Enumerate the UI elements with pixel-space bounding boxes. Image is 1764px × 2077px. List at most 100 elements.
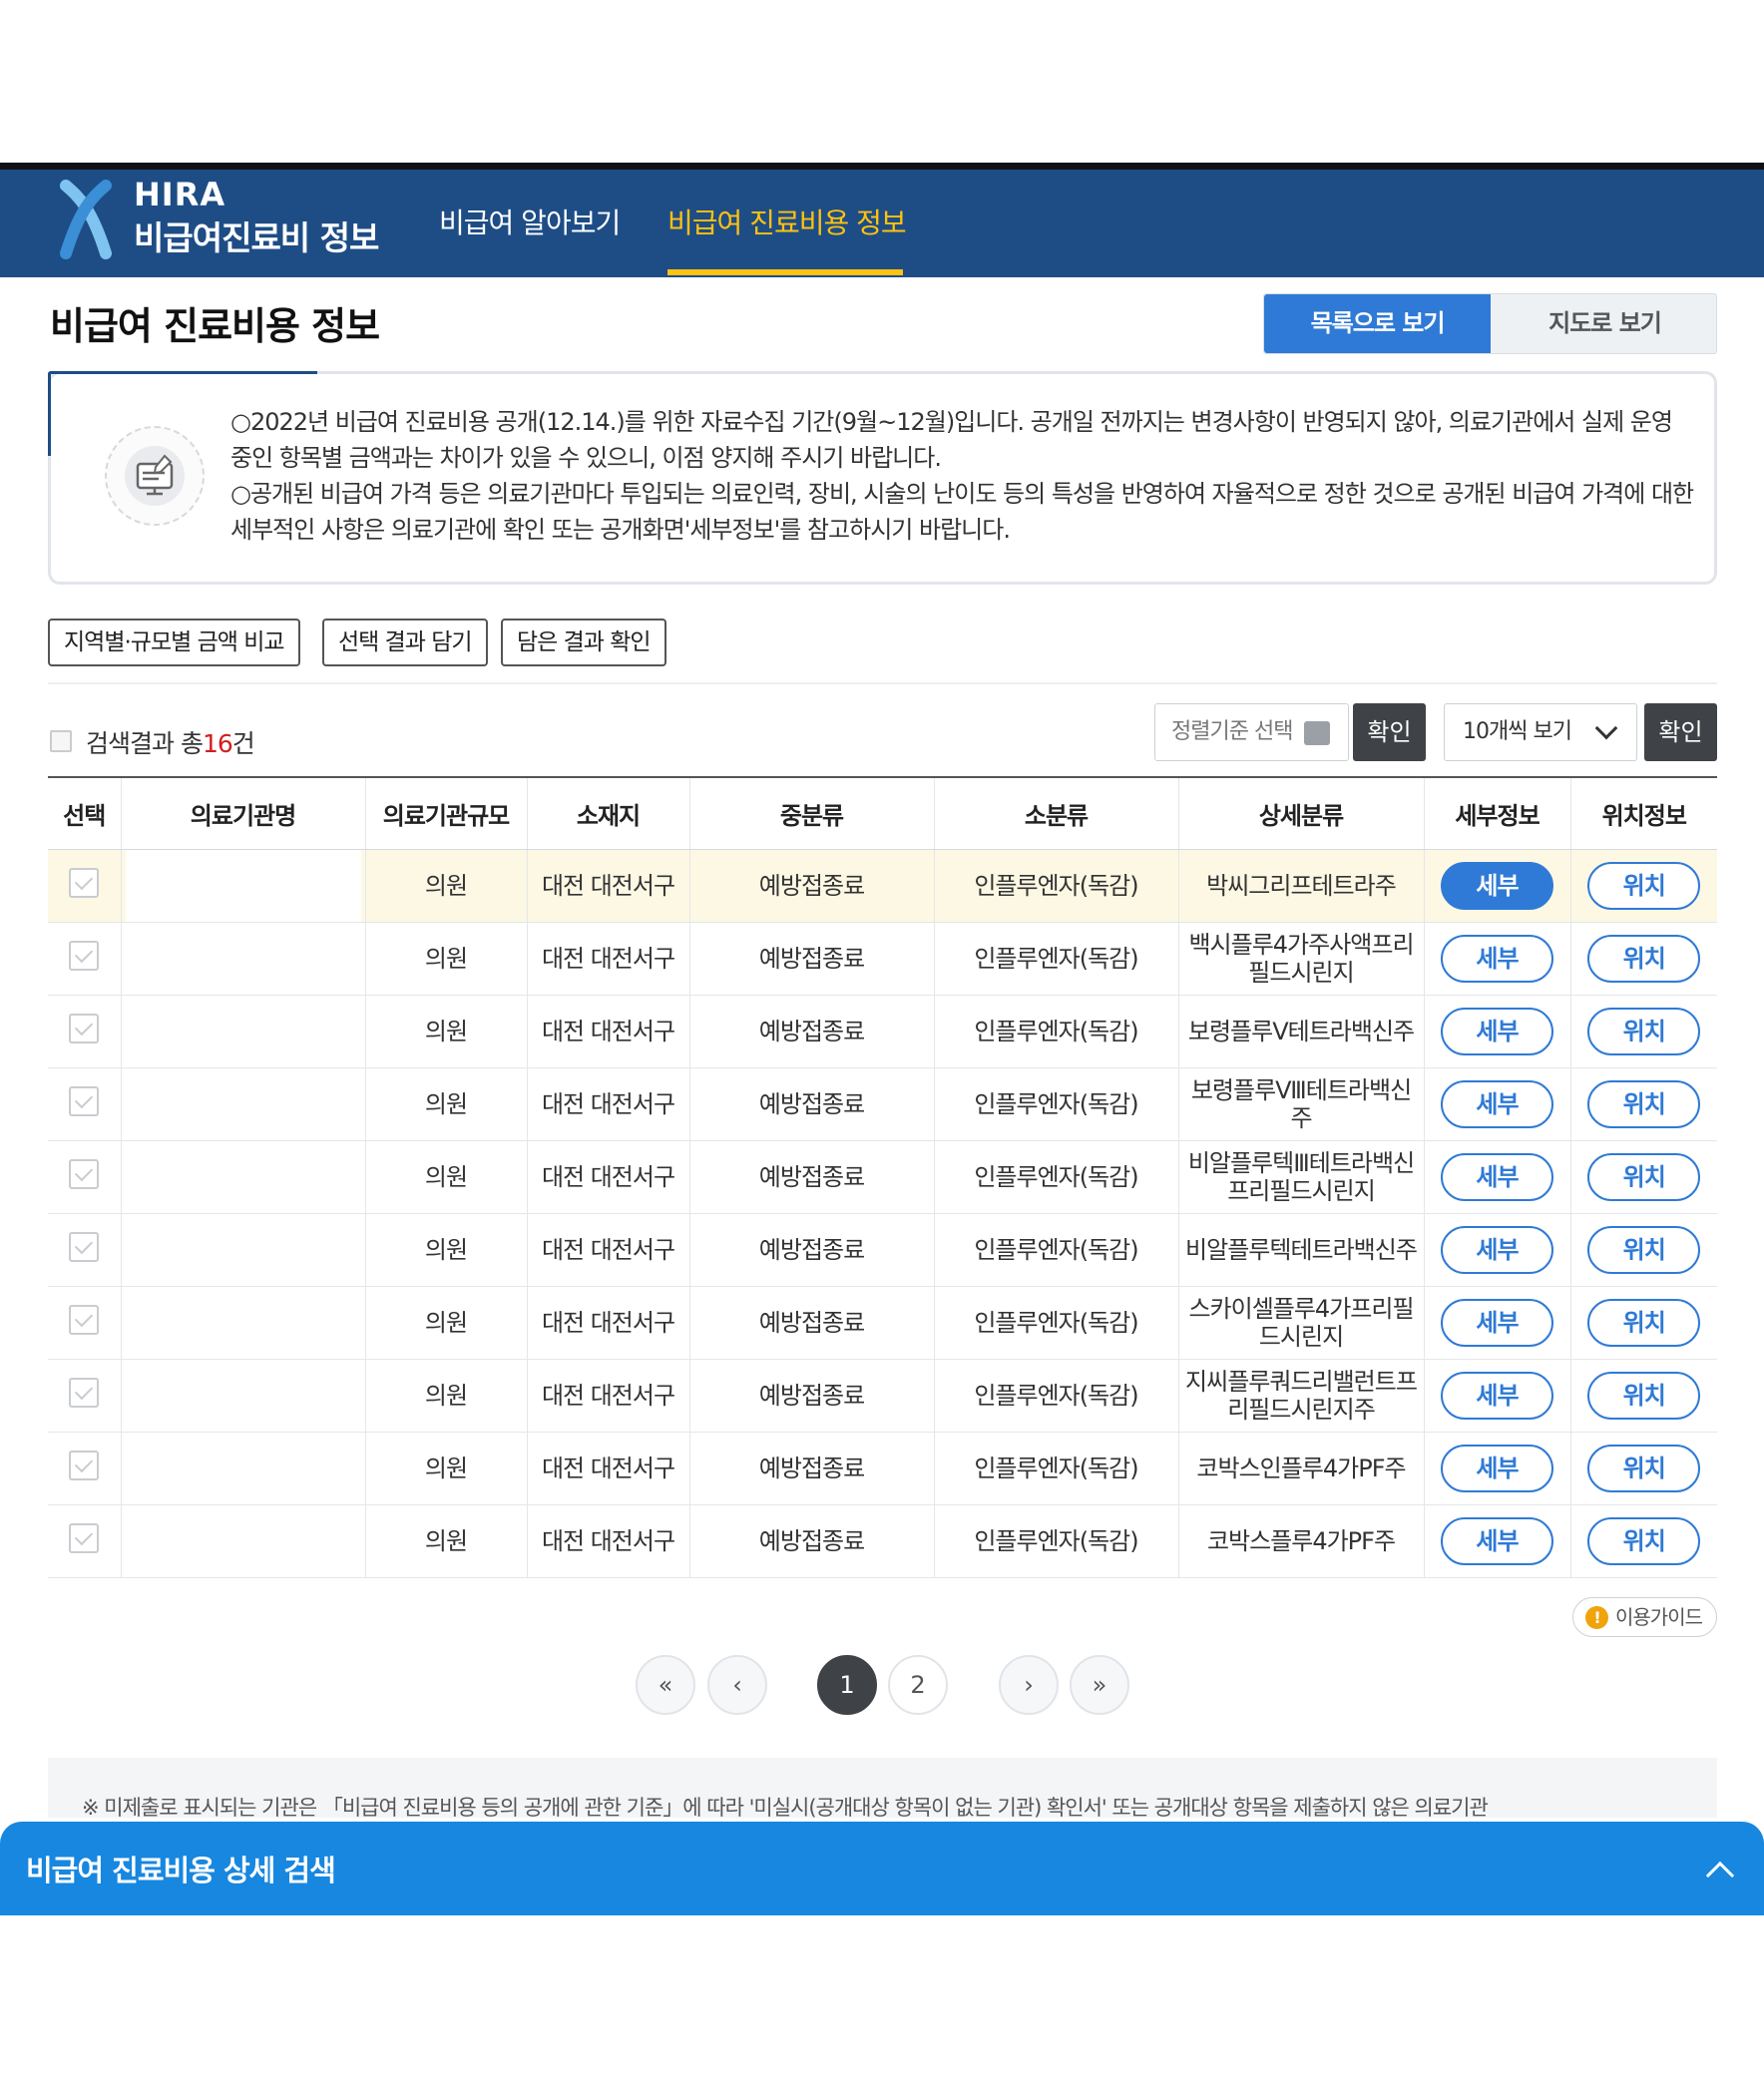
checkbox[interactable] bbox=[69, 1377, 100, 1408]
location-button[interactable]: 위치 bbox=[1587, 1371, 1701, 1420]
per-page-value: 10개씩 보기 bbox=[1463, 719, 1572, 744]
col-header-name[interactable]: 의료기관명 bbox=[120, 776, 365, 850]
prev-page-button[interactable]: ‹ bbox=[707, 1655, 767, 1715]
list-view-button[interactable]: 목록으로 보기 bbox=[1264, 294, 1491, 353]
row-detail-category: 비알플루텍Ⅲ테트라백신프리필드시린지 bbox=[1177, 1140, 1424, 1214]
detail-button[interactable]: 세부 bbox=[1441, 1444, 1553, 1492]
row-location: 대전 대전서구 bbox=[526, 849, 689, 923]
row-mid-category: 예방접종료 bbox=[688, 1213, 934, 1287]
location-button[interactable]: 위치 bbox=[1587, 934, 1701, 983]
row-facility-name bbox=[120, 922, 365, 996]
checkbox[interactable] bbox=[69, 1231, 100, 1262]
detail-button[interactable]: 세부 bbox=[1441, 861, 1553, 910]
col-header-scale[interactable]: 의료기관규모 bbox=[364, 776, 527, 850]
row-location-info: 위치 bbox=[1569, 1504, 1717, 1578]
row-sub-category: 인플루엔자(독감) bbox=[933, 1286, 1178, 1360]
row-location-info: 위치 bbox=[1569, 922, 1717, 996]
row-location: 대전 대전서구 bbox=[526, 1067, 689, 1141]
row-detail-category: 박씨그리프테트라주 bbox=[1177, 849, 1424, 923]
detail-button[interactable]: 세부 bbox=[1441, 1079, 1553, 1128]
row-scale: 의원 bbox=[364, 1504, 527, 1578]
row-scale: 의원 bbox=[364, 1286, 527, 1360]
nav-item-cost-info[interactable]: 비급여 진료비용 정보 bbox=[667, 202, 907, 241]
row-mid-category: 예방접종료 bbox=[688, 1359, 934, 1433]
row-facility-name bbox=[120, 1067, 365, 1141]
page-2-button[interactable]: 2 bbox=[888, 1655, 948, 1715]
detail-button[interactable]: 세부 bbox=[1441, 1371, 1553, 1420]
location-button[interactable]: 위치 bbox=[1587, 1298, 1701, 1347]
row-mid-category: 예방접종료 bbox=[688, 922, 934, 996]
checkbox[interactable] bbox=[69, 1013, 100, 1043]
map-view-button[interactable]: 지도로 보기 bbox=[1492, 294, 1718, 353]
table-row: 의원 대전 대전서구 예방접종료 인플루엔자(독감) 보령플루Ⅷ테트라백신주 세부 위치 bbox=[48, 1067, 1717, 1141]
usage-guide-button[interactable]: ! 이용가이드 bbox=[1572, 1597, 1717, 1637]
row-scale: 의원 bbox=[364, 1213, 527, 1287]
row-mid-category: 예방접종료 bbox=[688, 1504, 934, 1578]
col-header-sub-category[interactable]: 소분류 bbox=[933, 776, 1178, 850]
checkbox[interactable] bbox=[69, 1085, 100, 1116]
location-button[interactable]: 위치 bbox=[1587, 1225, 1701, 1274]
checkbox[interactable] bbox=[69, 1304, 100, 1335]
checkbox[interactable] bbox=[69, 1158, 100, 1189]
row-mid-category: 예방접종료 bbox=[688, 1140, 934, 1214]
detail-button[interactable]: 세부 bbox=[1441, 1225, 1553, 1274]
divider bbox=[48, 682, 1717, 684]
row-detail-category: 코박스인플루4가PF주 bbox=[1177, 1432, 1424, 1505]
page-1-button[interactable]: 1 bbox=[817, 1655, 877, 1715]
row-detail-info: 세부 bbox=[1423, 1213, 1570, 1287]
nav-item-about[interactable]: 비급여 알아보기 bbox=[439, 202, 621, 241]
next-page-button[interactable]: › bbox=[999, 1655, 1059, 1715]
row-detail-category: 비알플루텍테트라백신주 bbox=[1177, 1213, 1424, 1287]
row-sub-category: 인플루엔자(독감) bbox=[933, 1213, 1178, 1287]
last-page-button[interactable]: » bbox=[1070, 1655, 1129, 1715]
row-location-info: 위치 bbox=[1569, 995, 1717, 1068]
first-page-button[interactable]: « bbox=[636, 1655, 695, 1715]
table-row: 의원 대전 대전서구 예방접종료 인플루엔자(독감) 비알플루텍테트라백신주 세부 위치 bbox=[48, 1213, 1717, 1287]
row-mid-category: 예방접종료 bbox=[688, 1286, 934, 1360]
notice-accent-vertical bbox=[48, 371, 51, 456]
region-compare-button[interactable]: 지역별·규모별 금액 비교 bbox=[48, 619, 300, 666]
detail-button[interactable]: 세부 bbox=[1441, 1152, 1553, 1201]
detail-button[interactable]: 세부 bbox=[1441, 1007, 1553, 1055]
add-selection-button[interactable]: 선택 결과 담기 bbox=[322, 619, 488, 666]
result-count: 16 bbox=[202, 729, 233, 758]
chevron-up-icon[interactable] bbox=[1705, 1861, 1735, 1890]
location-button[interactable]: 위치 bbox=[1587, 1444, 1701, 1492]
notice-text: ○2022년 비급여 진료비용 공개(12.14.)를 위한 자료수집 기간(9… bbox=[230, 404, 1697, 548]
detail-button[interactable]: 세부 bbox=[1441, 934, 1553, 983]
col-header-mid-category[interactable]: 중분류 bbox=[688, 776, 934, 850]
location-button[interactable]: 위치 bbox=[1587, 1516, 1701, 1565]
col-header-detail-category[interactable]: 상세분류 bbox=[1177, 776, 1424, 850]
col-header-location[interactable]: 소재지 bbox=[526, 776, 689, 850]
row-facility-name bbox=[120, 1432, 365, 1505]
row-location: 대전 대전서구 bbox=[526, 995, 689, 1068]
row-scale: 의원 bbox=[364, 849, 527, 923]
row-checkbox bbox=[48, 1140, 121, 1214]
sort-select[interactable]: 정렬기준 선택 bbox=[1154, 703, 1349, 761]
per-page-select[interactable]: 10개씩 보기 bbox=[1444, 703, 1637, 761]
checkbox[interactable] bbox=[69, 1522, 100, 1553]
checkbox[interactable] bbox=[69, 1450, 100, 1480]
row-facility-name bbox=[120, 849, 365, 923]
row-mid-category: 예방접종료 bbox=[688, 995, 934, 1068]
row-location: 대전 대전서구 bbox=[526, 1140, 689, 1214]
location-button[interactable]: 위치 bbox=[1587, 1007, 1701, 1055]
location-button[interactable]: 위치 bbox=[1587, 1152, 1701, 1201]
row-mid-category: 예방접종료 bbox=[688, 1432, 934, 1505]
detail-button[interactable]: 세부 bbox=[1441, 1298, 1553, 1347]
checkbox[interactable] bbox=[69, 867, 100, 898]
result-suffix: 건 bbox=[231, 729, 255, 758]
checkbox[interactable] bbox=[69, 940, 100, 971]
redacted-name bbox=[125, 1359, 361, 1432]
sort-confirm-button[interactable]: 확인 bbox=[1353, 703, 1426, 761]
logo-text-ko[interactable]: 비급여진료비 정보 bbox=[134, 211, 379, 259]
per-page-confirm-button[interactable]: 확인 bbox=[1644, 703, 1717, 761]
location-button[interactable]: 위치 bbox=[1587, 861, 1701, 910]
logo-text-en[interactable]: HIRA bbox=[134, 176, 225, 213]
location-button[interactable]: 위치 bbox=[1587, 1079, 1701, 1128]
sort-placeholder: 정렬기준 선택 bbox=[1171, 719, 1293, 744]
row-scale: 의원 bbox=[364, 995, 527, 1068]
detail-button[interactable]: 세부 bbox=[1441, 1516, 1553, 1565]
view-saved-button[interactable]: 담은 결과 확인 bbox=[501, 619, 666, 666]
detail-search-bar[interactable]: 비급여 진료비용 상세 검색 bbox=[0, 1822, 1764, 1915]
